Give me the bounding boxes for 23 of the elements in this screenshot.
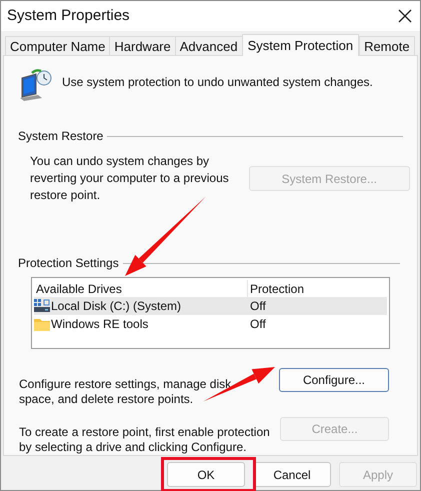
configure-button[interactable]: Configure...	[279, 368, 389, 392]
tab[interactable]: Remote	[359, 36, 415, 55]
configure-description: Configure restore settings, manage disk space, and delete restore points.	[19, 377, 232, 407]
computer-restore-icon	[18, 68, 52, 102]
drive-icon	[34, 299, 50, 313]
group-title: Protection Settings	[18, 255, 119, 272]
intro-text: Use system protection to undo unwanted system changes.	[62, 74, 373, 91]
protection-status: Off	[249, 316, 266, 333]
create-description: To create a restore point, first enable protection by selecting a drive and clicking Configure.	[19, 425, 271, 455]
column-header[interactable]: Protection	[248, 280, 387, 298]
dialog-button[interactable]: Cancel	[253, 462, 331, 487]
folder-icon	[34, 318, 50, 330]
dialog-button[interactable]: OK	[167, 462, 245, 487]
window-title: System Properties	[7, 6, 130, 26]
tab[interactable]: System Protection	[242, 34, 360, 56]
protection-status: Off	[249, 298, 266, 315]
drive-name: Local Disk (C:) (System)	[51, 298, 182, 315]
group-title: System Restore	[18, 128, 104, 145]
tab[interactable]: Computer Name	[5, 36, 110, 55]
restore-description: You can undo system changes by reverting your computer to a previous restore point.	[30, 153, 230, 204]
close-icon[interactable]	[398, 9, 412, 23]
drive-name: Windows RE tools	[51, 316, 148, 333]
drive-row[interactable]: Local Disk (C:) (System) Off	[34, 297, 387, 315]
